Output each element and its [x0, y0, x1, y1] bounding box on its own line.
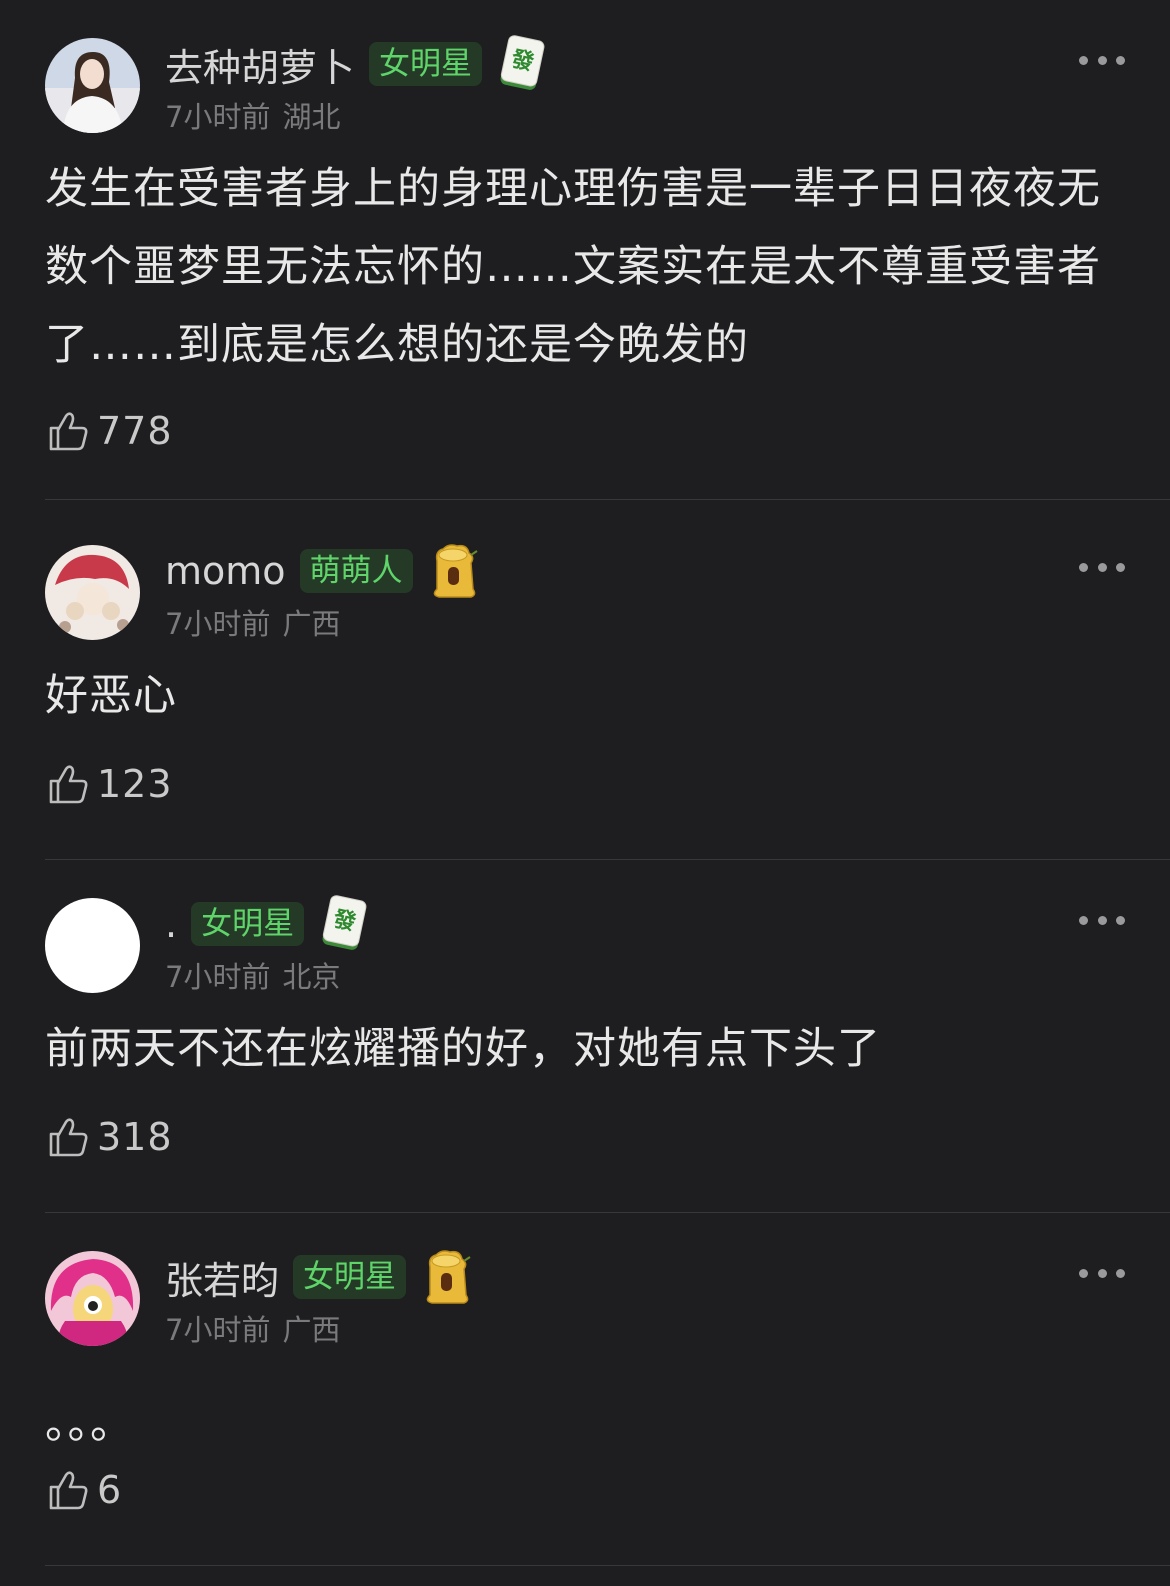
tree-stump-icon: [427, 541, 481, 601]
comment-location: 湖北: [282, 100, 341, 134]
user-tag: 女明星: [369, 42, 483, 86]
like-button[interactable]: 6: [45, 1467, 122, 1513]
divider: [45, 1565, 1170, 1566]
comment-meta: 7小时前 湖北: [165, 94, 340, 136]
tree-stump-icon: [420, 1247, 474, 1307]
comment-item: 去种胡萝卜 女明星 7小时前 湖北 发生在受害者身上的身理心理伤害是一辈子日日夜夜…: [0, 0, 1170, 500]
username[interactable]: 张若昀: [165, 1250, 279, 1305]
user-tag: 萌萌人: [299, 549, 413, 593]
comment-location: 广西: [282, 607, 341, 641]
comment-time: 7小时前: [165, 1313, 271, 1347]
thumbs-up-icon: [45, 1114, 91, 1160]
username[interactable]: 去种胡萝卜: [165, 37, 355, 92]
comment-text: 前两天不还在炫耀播的好，对她有点下头了: [45, 1024, 881, 1074]
avatar[interactable]: [45, 38, 140, 133]
comment-text: 发生在受害者身上的身理心理伤害是一辈子日日夜夜无数个噩梦里无法忘怀的……文案实在…: [45, 164, 1101, 370]
thumbs-up-icon: [45, 408, 91, 454]
mahjong-fa-icon: [496, 34, 550, 94]
comment-text: 好恶心: [45, 671, 177, 721]
more-options-icon[interactable]: [1079, 557, 1125, 577]
comment-time: 7小时前: [165, 607, 271, 641]
thumbs-up-icon: [45, 761, 91, 807]
like-count: 778: [97, 409, 173, 453]
divider: [45, 499, 1170, 500]
user-header: 张若昀 女明星: [165, 1251, 474, 1303]
like-count: 318: [97, 1115, 173, 1159]
comment-item: momo 萌萌人 7小时前 广西 好恶心 123: [0, 507, 1170, 860]
username[interactable]: .: [165, 902, 177, 946]
like-button[interactable]: 318: [45, 1114, 173, 1160]
avatar[interactable]: [45, 898, 140, 993]
comment-text: 。。。: [45, 1399, 134, 1449]
like-count: 123: [97, 762, 173, 806]
comment-location: 广西: [282, 1313, 341, 1347]
more-options-icon[interactable]: [1079, 1263, 1125, 1283]
comment-time: 7小时前: [165, 100, 271, 134]
like-count: 6: [97, 1468, 123, 1512]
mahjong-fa-icon: [318, 894, 372, 954]
user-header: . 女明星: [165, 898, 372, 950]
like-button[interactable]: 123: [45, 761, 173, 807]
user-tag: 女明星: [191, 902, 305, 946]
username[interactable]: momo: [165, 549, 286, 593]
user-header: momo 萌萌人: [165, 545, 481, 597]
thumbs-up-icon: [45, 1467, 91, 1513]
avatar[interactable]: [45, 545, 140, 640]
comment-meta: 7小时前 广西: [165, 1307, 340, 1349]
comment-item: . 女明星 7小时前 北京 前两天不还在炫耀播的好，对她有点下头了 318: [0, 860, 1170, 1213]
comment-location: 北京: [282, 960, 341, 994]
user-tag: 女明星: [293, 1255, 407, 1299]
comment-meta: 7小时前 广西: [165, 601, 340, 643]
more-options-icon[interactable]: [1079, 910, 1125, 930]
more-options-icon[interactable]: [1079, 50, 1125, 70]
avatar[interactable]: [45, 1251, 140, 1346]
comment-time: 7小时前: [165, 960, 271, 994]
user-header: 去种胡萝卜 女明星: [165, 38, 550, 90]
comment-meta: 7小时前 北京: [165, 954, 340, 996]
like-button[interactable]: 778: [45, 408, 173, 454]
comment-item: 张若昀 女明星 7小时前 广西 。。。 6: [0, 1213, 1170, 1566]
